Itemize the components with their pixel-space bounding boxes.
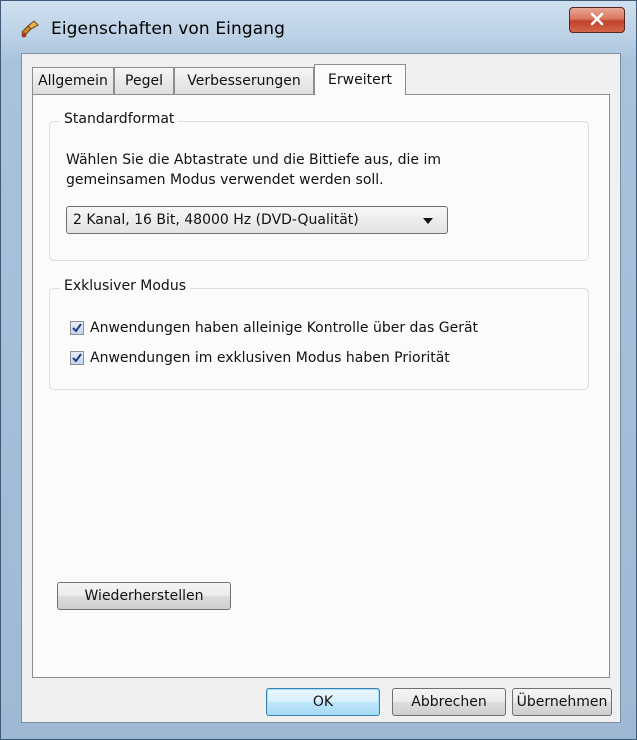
exclusive-priority-checkbox-row[interactable]: Anwendungen im exklusiven Modus haben Pr… <box>70 347 450 369</box>
tab-label: Erweitert <box>328 72 392 88</box>
checkbox-label: Anwendungen im exklusiven Modus haben Pr… <box>90 350 450 366</box>
tab-panel-erweitert: Standardformat Wählen Sie die Abtastrate… <box>32 94 610 678</box>
tab-label: Verbesserungen <box>187 73 301 89</box>
tab-strip: Allgemein Pegel Verbesserungen Erweitert <box>32 64 622 95</box>
format-dropdown-value: 2 Kanal, 16 Bit, 48000 Hz (DVD-Qualität) <box>73 212 359 228</box>
standardformat-group: Standardformat Wählen Sie die Abtastrate… <box>49 111 589 261</box>
tab-pegel[interactable]: Pegel <box>114 67 174 94</box>
exclusive-mode-group: Exklusiver Modus Anwendungen haben allei… <box>49 278 589 390</box>
speaker-properties-icon <box>19 18 41 40</box>
cancel-button[interactable]: Abbrechen <box>392 688 506 716</box>
close-button[interactable] <box>569 7 625 33</box>
tab-allgemein[interactable]: Allgemein <box>32 67 114 94</box>
exclusive-priority-checkbox[interactable] <box>70 351 84 365</box>
tab-verbesserungen[interactable]: Verbesserungen <box>174 67 314 94</box>
exclusive-control-checkbox[interactable] <box>70 321 84 335</box>
ok-button[interactable]: OK <box>266 688 380 716</box>
title-bar[interactable]: Eigenschaften von Eingang <box>1 1 636 51</box>
checkmark-icon <box>72 353 82 363</box>
exclusive-control-checkbox-row[interactable]: Anwendungen haben alleinige Kontrolle üb… <box>70 317 478 339</box>
format-dropdown[interactable]: 2 Kanal, 16 Bit, 48000 Hz (DVD-Qualität) <box>66 206 448 234</box>
window-title: Eigenschaften von Eingang <box>51 19 286 39</box>
apply-button[interactable]: Übernehmen <box>512 688 612 716</box>
chevron-down-icon <box>423 218 433 224</box>
dialog-client-area: Allgemein Pegel Verbesserungen Erweitert… <box>21 53 621 723</box>
close-icon <box>590 11 604 30</box>
format-description: Wählen Sie die Abtastrate und die Bittie… <box>66 152 442 188</box>
group-title: Standardformat <box>60 111 179 127</box>
tab-erweitert[interactable]: Erweitert <box>314 64 406 95</box>
tab-label: Allgemein <box>38 73 108 89</box>
checkmark-icon <box>72 323 82 333</box>
checkbox-label: Anwendungen haben alleinige Kontrolle üb… <box>90 320 479 336</box>
tab-label: Pegel <box>125 73 163 89</box>
restore-defaults-button[interactable]: Wiederherstellen <box>57 582 231 610</box>
group-title: Exklusiver Modus <box>60 278 190 294</box>
properties-window: Eigenschaften von Eingang Allgemein Pege… <box>0 0 637 740</box>
